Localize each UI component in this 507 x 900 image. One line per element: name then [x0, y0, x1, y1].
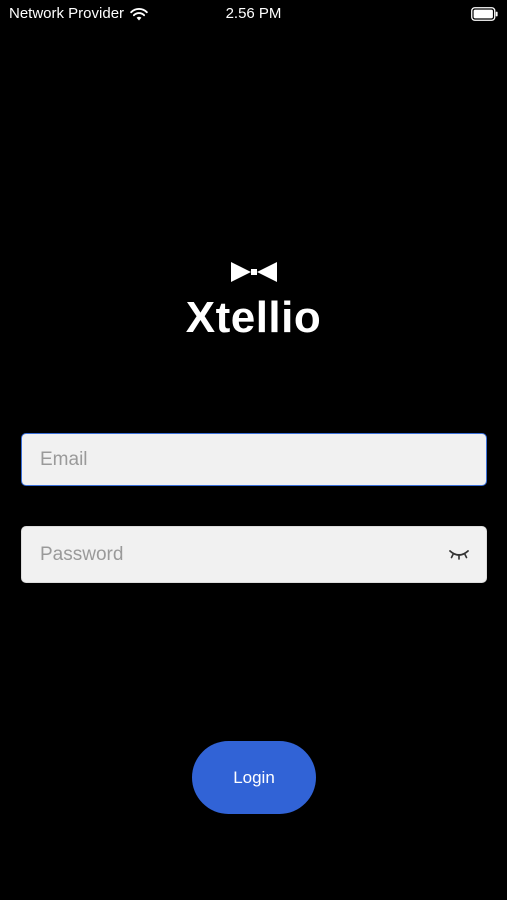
battery-icon [471, 7, 498, 21]
bowtie-icon [230, 262, 277, 282]
login-button[interactable]: Login [192, 741, 316, 814]
email-field[interactable] [21, 433, 487, 486]
status-time: 2.56 PM [225, 5, 282, 22]
email-input[interactable] [22, 434, 486, 485]
status-bar: Network Provider 2.56 PM [0, 0, 507, 28]
eye-closed-icon[interactable] [448, 545, 470, 563]
app-logo: Xtellio [0, 260, 507, 342]
password-input[interactable] [22, 527, 486, 582]
brand-name: Xtellio [185, 293, 322, 342]
password-field[interactable] [21, 526, 487, 583]
